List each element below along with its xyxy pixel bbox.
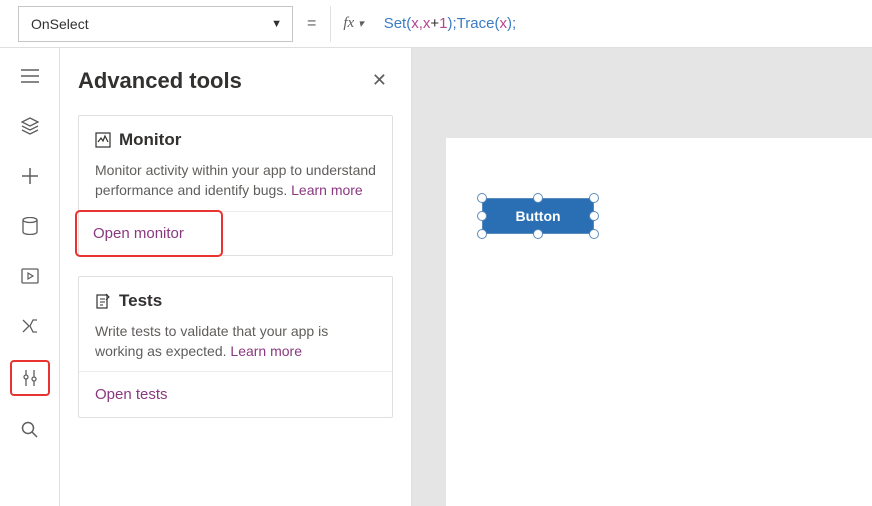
resize-handle[interactable] — [477, 193, 487, 203]
monitor-icon — [95, 132, 111, 148]
layers-icon[interactable] — [14, 110, 46, 142]
tests-title: Tests — [95, 291, 376, 311]
resize-handle[interactable] — [589, 211, 599, 221]
panel-title: Advanced tools — [78, 68, 242, 94]
monitor-action-row: Open monitor — [79, 211, 392, 257]
open-tests-button[interactable]: Open tests — [79, 371, 392, 417]
monitor-desc: Monitor activity within your app to unde… — [95, 160, 376, 201]
plus-icon[interactable] — [14, 160, 46, 192]
tests-learn-more[interactable]: Learn more — [230, 343, 302, 359]
main-area: Advanced tools ✕ Monitor Monitor activit… — [0, 48, 872, 506]
advanced-tools-panel: Advanced tools ✕ Monitor Monitor activit… — [60, 48, 412, 506]
tests-card: Tests Write tests to validate that your … — [78, 276, 393, 419]
hamburger-icon[interactable] — [14, 60, 46, 92]
property-dropdown[interactable]: OnSelect ▼ — [18, 6, 293, 42]
resize-handle[interactable] — [477, 229, 487, 239]
monitor-card: Monitor Monitor activity within your app… — [78, 115, 393, 256]
resize-handle[interactable] — [477, 211, 487, 221]
close-icon[interactable]: ✕ — [366, 66, 393, 95]
resize-handle[interactable] — [589, 193, 599, 203]
variables-icon[interactable] — [14, 310, 46, 342]
panel-header: Advanced tools ✕ — [78, 66, 393, 95]
property-name: OnSelect — [31, 16, 89, 32]
fx-indicator[interactable]: fx ▾ — [330, 6, 375, 42]
search-icon[interactable] — [14, 414, 46, 446]
button-label: Button — [515, 208, 560, 224]
resize-handle[interactable] — [533, 193, 543, 203]
tools-highlight — [10, 360, 50, 396]
open-monitor-button[interactable]: Open monitor — [75, 210, 223, 257]
chevron-down-icon: ▼ — [271, 18, 282, 30]
database-icon[interactable] — [14, 210, 46, 242]
tools-icon[interactable] — [21, 369, 39, 387]
resize-handle[interactable] — [533, 229, 543, 239]
tests-icon — [95, 293, 111, 309]
monitor-learn-more[interactable]: Learn more — [291, 182, 363, 198]
canvas-screen[interactable] — [446, 138, 872, 506]
tests-desc: Write tests to validate that your app is… — [95, 321, 376, 362]
formula-bar: OnSelect ▼ = fx ▾ Set( x, x+1 ); Trace( … — [0, 0, 872, 48]
equals-sign: = — [293, 15, 330, 33]
fx-label: fx — [343, 15, 354, 32]
left-rail — [0, 48, 60, 506]
resize-handle[interactable] — [589, 229, 599, 239]
monitor-title: Monitor — [95, 130, 376, 150]
canvas[interactable]: Button — [412, 48, 872, 506]
canvas-button-control[interactable]: Button — [482, 198, 594, 234]
formula-input[interactable]: Set( x, x+1 ); Trace( x ); — [376, 6, 872, 42]
chevron-down-icon: ▾ — [358, 17, 364, 30]
media-icon[interactable] — [14, 260, 46, 292]
